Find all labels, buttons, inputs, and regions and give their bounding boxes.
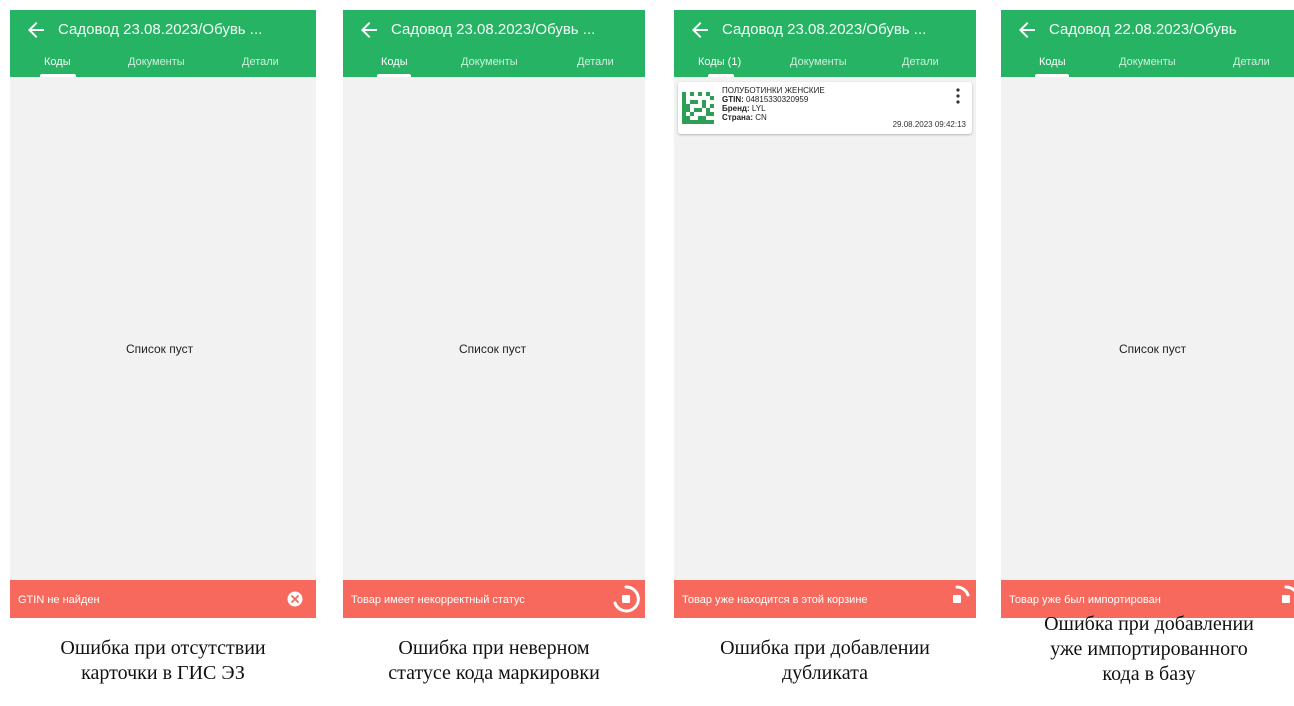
tab-details[interactable]: Детали: [577, 56, 614, 68]
screen-title: Садовод 23.08.2023/Обувь ...: [722, 21, 927, 38]
caption-line: кода в базу: [1102, 663, 1196, 685]
code-card[interactable]: ПОЛУБОТИНКИ ЖЕНСКИЕ GTIN: 04815330320959…: [678, 82, 972, 134]
scan-timestamp: 29.08.2023 09:42:13: [892, 120, 966, 129]
tab-bar: Коды (1) Документы Детали: [674, 52, 976, 77]
arrow-left-icon[interactable]: [688, 18, 712, 42]
tab-documents-label: Документы: [790, 56, 847, 68]
progress-stop-icon[interactable]: [611, 584, 641, 614]
arrow-left-icon[interactable]: [357, 18, 381, 42]
tab-documents-label: Документы: [128, 56, 185, 68]
datamatrix-code-icon: [682, 92, 714, 124]
empty-list-text: Список пуст: [1119, 342, 1187, 356]
screen-2: Садовод 23.08.2023/Обувь ... Коды Докуме…: [343, 10, 645, 618]
caption-line: Ошибка при отсутствии: [60, 637, 266, 659]
tab-indicator: [40, 74, 76, 77]
app-bar: Садовод 22.08.2023/Обувь Коды Документы …: [1001, 10, 1294, 77]
tab-documents[interactable]: Документы: [790, 56, 847, 68]
country-value: CN: [755, 113, 767, 122]
tab-codes[interactable]: Коды: [1039, 56, 1066, 68]
tab-indicator: [708, 74, 734, 77]
app-bar: Садовод 23.08.2023/Обувь ... Коды Докуме…: [10, 10, 316, 77]
progress-stop-icon[interactable]: [1271, 584, 1294, 614]
brand-label: Бренд:: [722, 104, 750, 113]
error-snackbar: Товар уже находится в этой корзине: [674, 580, 976, 618]
tab-details[interactable]: Детали: [902, 56, 939, 68]
country-row: Страна: CN: [722, 113, 767, 122]
snackbar-message: Товар уже находится в этой корзине: [682, 594, 868, 606]
brand-value: LYL: [751, 104, 766, 113]
tab-documents-label: Документы: [461, 56, 518, 68]
screen-1: Садовод 23.08.2023/Обувь ... Коды Докуме…: [10, 10, 316, 618]
tab-details[interactable]: Детали: [1233, 56, 1270, 68]
product-name: ПОЛУБОТИНКИ ЖЕНСКИЕ: [722, 86, 825, 95]
more-vertical-icon[interactable]: [956, 88, 960, 104]
tab-details-label: Детали: [1233, 56, 1270, 68]
progress-stop-icon[interactable]: [942, 584, 972, 614]
caption-2: Ошибка при неверном статусе кода маркиро…: [340, 636, 648, 686]
snackbar-message: Товар имеет некорректный статус: [351, 594, 525, 606]
tab-indicator: [1035, 74, 1069, 77]
tab-details-label: Детали: [577, 56, 614, 68]
arrow-left-icon[interactable]: [24, 18, 48, 42]
tab-codes[interactable]: Коды (1): [698, 56, 741, 68]
tab-bar: Коды Документы Детали: [1001, 52, 1294, 77]
arrow-left-icon[interactable]: [1015, 18, 1039, 42]
caption-line: Ошибка при добавлении: [720, 637, 930, 659]
caption-line: Ошибка при неверном: [398, 637, 590, 659]
screen-title: Садовод 22.08.2023/Обувь: [1049, 21, 1237, 38]
error-snackbar: GTIN не найден: [10, 580, 316, 618]
tab-bar: Коды Документы Детали: [343, 52, 645, 77]
gtin-row: GTIN: 04815330320959: [722, 95, 808, 104]
app-bar: Садовод 23.08.2023/Обувь ... Коды (1) До…: [674, 10, 976, 77]
gtin-value: 04815330320959: [746, 95, 809, 104]
close-circle-icon[interactable]: [286, 590, 304, 608]
caption-line: карточки в ГИС ЭЗ: [81, 662, 245, 684]
caption-line: уже импортированного: [1050, 638, 1248, 660]
caption-4: Ошибка при добавлении уже импортированно…: [1004, 612, 1294, 687]
screen-4: Садовод 22.08.2023/Обувь Коды Документы …: [1001, 10, 1294, 618]
caption-1: Ошибка при отсутствии карточки в ГИС ЭЗ: [10, 636, 316, 686]
tab-documents[interactable]: Документы: [1119, 56, 1176, 68]
snackbar-message: GTIN не найден: [18, 594, 100, 606]
app-bar: Садовод 23.08.2023/Обувь ... Коды Докуме…: [343, 10, 645, 77]
tab-documents[interactable]: Документы: [128, 56, 185, 68]
caption-line: статусе кода маркировки: [388, 662, 600, 684]
brand-row: Бренд: LYL: [722, 104, 766, 113]
snackbar-message: Товар уже был импортирован: [1009, 594, 1161, 606]
tab-details-label: Детали: [902, 56, 939, 68]
country-label: Страна:: [722, 113, 753, 122]
tab-details[interactable]: Детали: [242, 56, 279, 68]
gtin-label: GTIN:: [722, 95, 744, 104]
empty-list-text: Список пуст: [459, 342, 527, 356]
tab-codes-label: Коды: [381, 56, 408, 68]
tab-documents-label: Документы: [1119, 56, 1176, 68]
tab-details-label: Детали: [242, 56, 279, 68]
caption-line: дубликата: [782, 662, 868, 684]
tab-codes-label: Коды: [44, 56, 71, 68]
tab-codes-label: Коды: [698, 56, 725, 68]
caption-line: Ошибка при добавлении: [1044, 613, 1254, 635]
tab-bar: Коды Документы Детали: [10, 52, 316, 77]
tab-indicator: [377, 74, 411, 77]
screen-3: Садовод 23.08.2023/Обувь ... Коды (1) До…: [674, 10, 976, 618]
tab-codes[interactable]: Коды: [381, 56, 408, 68]
screen-title: Садовод 23.08.2023/Обувь ...: [58, 21, 263, 38]
tab-codes[interactable]: Коды: [44, 56, 71, 68]
screen-title: Садовод 23.08.2023/Обувь ...: [391, 21, 596, 38]
tab-documents[interactable]: Документы: [461, 56, 518, 68]
error-snackbar: Товар имеет некорректный статус: [343, 580, 645, 618]
caption-3: Ошибка при добавлении дубликата: [674, 636, 976, 686]
codes-count-badge: (1): [727, 56, 742, 68]
empty-list-text: Список пуст: [126, 342, 194, 356]
tab-codes-label: Коды: [1039, 56, 1066, 68]
